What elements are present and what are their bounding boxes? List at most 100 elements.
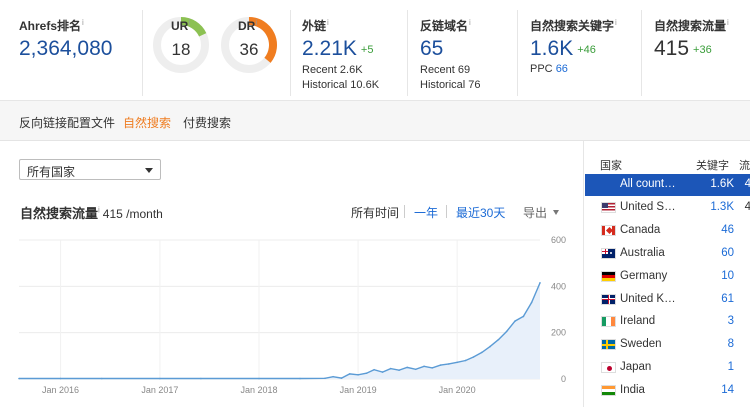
ref-domains-value[interactable]: 65 — [420, 37, 443, 61]
info-icon[interactable]: i — [327, 18, 329, 27]
all-time-button[interactable]: 所有时间 — [351, 204, 399, 221]
country-row[interactable]: India 14 — [585, 380, 750, 402]
country-name: Sweden — [620, 338, 662, 351]
data-point — [101, 377, 103, 380]
germany-flag-icon — [601, 270, 616, 282]
y-tick-label: 400 — [551, 281, 566, 291]
data-point — [439, 364, 442, 366]
data-point — [514, 320, 516, 322]
x-tick-label: Jan 2018 — [240, 385, 277, 395]
data-point — [414, 368, 417, 371]
one-year-button[interactable]: 一年 — [414, 204, 438, 221]
ahrefs-rank-value[interactable]: 2,364,080 — [19, 37, 112, 61]
country-column-header[interactable]: 国家 — [600, 157, 622, 173]
info-icon[interactable]: i — [255, 18, 257, 27]
divider — [641, 10, 642, 96]
x-tick-label: Jan 2016 — [42, 385, 79, 395]
data-point — [59, 377, 62, 380]
country-table: 国家 关键字 流 All count… 1.6K 4 United S… 1.3K 4 Ca… — [583, 141, 750, 407]
ur-value: 18 — [171, 40, 191, 59]
backlinks-historical: Historical 10.6K — [302, 79, 380, 91]
info-icon[interactable]: i — [469, 18, 471, 27]
organic-traffic-delta: +36 — [693, 44, 712, 56]
info-icon[interactable]: i — [727, 18, 729, 27]
organic-keywords-value: 1.6K +46 — [530, 37, 596, 61]
organic-keywords-delta: +46 — [577, 44, 596, 56]
country-name: Japan — [620, 361, 652, 374]
x-tick-label: Jan 2017 — [141, 385, 178, 395]
data-point — [406, 366, 409, 369]
country-row[interactable]: Germany 10 — [585, 266, 750, 288]
divider — [517, 10, 518, 96]
data-point — [481, 351, 483, 354]
country-name: Germany — [620, 269, 668, 282]
data-point — [159, 377, 161, 380]
info-icon[interactable]: i — [188, 18, 190, 27]
backlinks-count[interactable]: 2.21K — [302, 37, 357, 60]
data-point — [381, 371, 384, 373]
data-point — [472, 356, 475, 358]
country-keywords[interactable]: 1.6K — [710, 178, 734, 190]
backlinks-label: 外链i — [302, 18, 329, 33]
ref-domains-recent: Recent 69 — [420, 64, 471, 76]
info-icon[interactable]: i — [98, 206, 100, 215]
country-row[interactable]: United S… 1.3K 4 — [585, 197, 750, 219]
country-select-value: 所有国家 — [27, 165, 76, 179]
country-row[interactable]: United K… 61 — [585, 289, 750, 311]
keywords-column-header[interactable]: 关键字 — [696, 157, 729, 173]
data-point — [332, 375, 334, 378]
data-point — [530, 301, 533, 304]
country-row[interactable]: Australia 60 — [585, 243, 750, 265]
country-select[interactable]: 所有国家 — [19, 159, 161, 180]
us-flag-icon — [601, 201, 616, 213]
country-keywords[interactable]: 1 — [728, 361, 734, 373]
chart-subtitle: 415 /month — [102, 207, 163, 221]
ur-label: URi — [171, 18, 191, 33]
country-keywords[interactable]: 46 — [721, 224, 734, 236]
organic-keywords-label: 自然搜索关键字i — [530, 18, 617, 33]
organic-keywords-count[interactable]: 1.6K — [530, 37, 573, 60]
last-30-days-button[interactable]: 最近30天 — [456, 204, 505, 221]
traffic-area — [19, 282, 540, 379]
backlinks-value: 2.21K +5 — [302, 37, 373, 61]
export-button[interactable]: 导出 — [523, 204, 547, 221]
data-point — [423, 365, 425, 368]
divider — [290, 10, 291, 96]
divider — [142, 10, 143, 96]
data-point — [505, 330, 508, 333]
traffic-column-header[interactable]: 流 — [739, 157, 750, 173]
country-name: United S… — [620, 200, 676, 213]
ppc-value[interactable]: 66 — [556, 63, 568, 75]
data-point — [324, 377, 326, 380]
country-keywords[interactable]: 60 — [721, 247, 734, 259]
country-name: Australia — [620, 246, 665, 259]
country-row[interactable]: Ireland 3 — [585, 311, 750, 333]
info-icon[interactable]: i — [615, 18, 617, 27]
info-icon[interactable]: i — [82, 18, 84, 27]
country-keywords[interactable]: 10 — [721, 270, 734, 282]
australia-flag-icon — [601, 247, 616, 259]
country-keywords[interactable]: 14 — [721, 384, 734, 396]
country-keywords[interactable]: 3 — [728, 315, 734, 327]
country-name: All count… — [620, 178, 676, 190]
country-name: India — [620, 384, 645, 397]
sweden-flag-icon — [601, 339, 616, 351]
data-point — [357, 374, 359, 376]
country-row[interactable]: All count… 1.6K 4 — [585, 174, 750, 196]
country-row[interactable]: Japan 1 — [585, 357, 750, 379]
x-tick-label: Jan 2020 — [439, 385, 476, 395]
country-keywords[interactable]: 1.3K — [710, 201, 734, 213]
ireland-flag-icon — [601, 316, 616, 328]
chart-title: 自然搜索流量i 415 /month — [20, 205, 163, 221]
country-traffic: 4 — [744, 178, 750, 190]
country-name: Ireland — [620, 315, 656, 328]
tab-organic-search[interactable]: 自然搜索 — [123, 114, 171, 131]
country-row[interactable]: Sweden 8 — [585, 334, 750, 356]
data-point — [365, 372, 368, 375]
tab-backlink-profile[interactable]: 反向链接配置文件 — [19, 114, 115, 131]
tab-paid-search[interactable]: 付费搜索 — [183, 114, 231, 131]
traffic-chart: 600 400 200 0 Jan 2016 Jan 2017 Jan 2018 Jan 20… — [18, 235, 566, 395]
country-keywords[interactable]: 8 — [728, 338, 734, 350]
country-keywords[interactable]: 61 — [721, 293, 734, 305]
country-row[interactable]: Canada 46 — [585, 220, 750, 242]
